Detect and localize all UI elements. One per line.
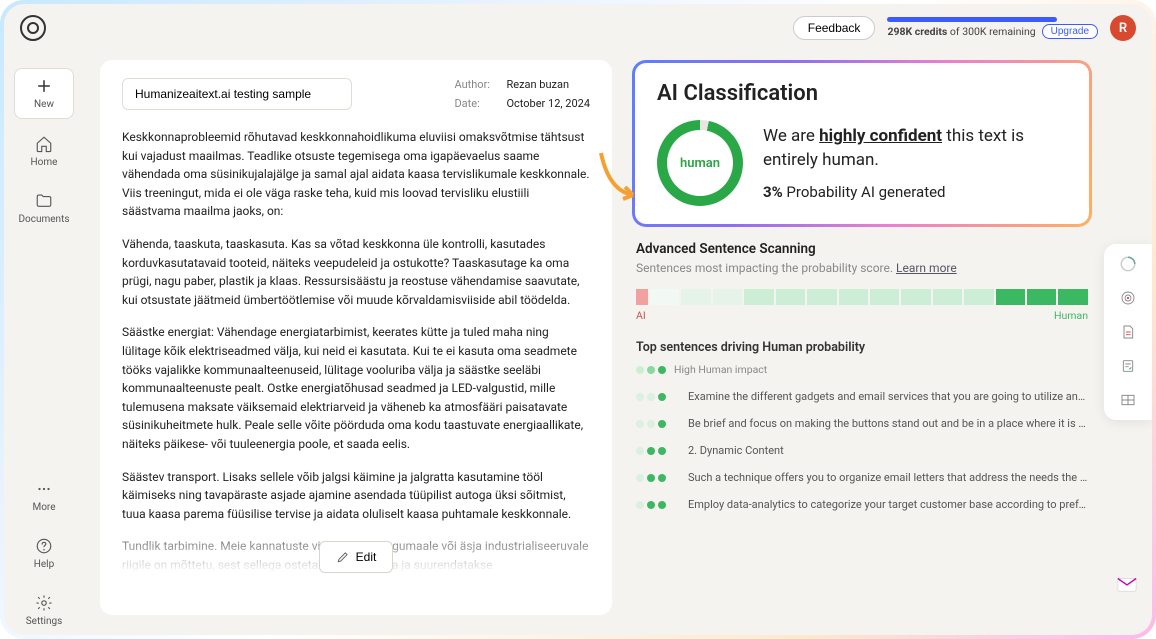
topbar: Feedback 298K credits of 300K remaining … bbox=[4, 4, 1152, 52]
sentence-row[interactable]: Be brief and focus on making the buttons… bbox=[636, 417, 1088, 430]
sidebar-home[interactable]: Home bbox=[14, 127, 74, 176]
gear-icon bbox=[35, 594, 53, 612]
credits-progress-bar bbox=[887, 17, 1057, 22]
sentence-row[interactable]: 2. Dynamic Content bbox=[636, 444, 1088, 457]
sidebar-help[interactable]: Help bbox=[14, 529, 74, 578]
right-toolbar bbox=[1104, 244, 1152, 420]
learn-more-link[interactable]: Learn more bbox=[896, 261, 957, 275]
dots-icon bbox=[35, 480, 53, 498]
pencil-icon bbox=[336, 550, 350, 564]
sidebar-settings[interactable]: Settings bbox=[14, 586, 74, 635]
date-value: October 12, 2024 bbox=[506, 97, 590, 110]
folder-icon bbox=[35, 192, 53, 210]
classification-title: AI Classification bbox=[657, 81, 1067, 106]
help-icon bbox=[35, 537, 53, 555]
app-logo[interactable] bbox=[20, 15, 46, 41]
credits-text: 298K credits of 300K remaining bbox=[887, 25, 1035, 38]
scanning-subtitle: Sentences most impacting the probability… bbox=[636, 261, 1088, 275]
impact-legend: High Human impact bbox=[636, 363, 1088, 376]
upgrade-button[interactable]: Upgrade bbox=[1042, 24, 1098, 39]
document-body: Keskkonnaprobleemid rõhutavad keskkonnah… bbox=[122, 128, 590, 597]
document-meta: Author:Rezan buzan Date:October 12, 2024 bbox=[454, 78, 590, 116]
tool-document-icon[interactable] bbox=[1118, 322, 1138, 342]
sentence-row[interactable]: Employ data-analytics to categorize your… bbox=[636, 498, 1088, 511]
scan-spectrum bbox=[636, 289, 1088, 305]
edit-button[interactable]: Edit bbox=[319, 541, 394, 573]
avatar[interactable]: R bbox=[1110, 15, 1136, 41]
sidebar-new[interactable]: New bbox=[14, 68, 74, 119]
tool-note-icon[interactable] bbox=[1118, 356, 1138, 376]
scanning-title: Advanced Sentence Scanning bbox=[636, 241, 1088, 257]
sentence-row[interactable]: Such a technique offers you to organize … bbox=[636, 471, 1088, 484]
classification-statement: We are highly confident this text is ent… bbox=[763, 125, 1067, 173]
sentence-list: Examine the different gadgets and email … bbox=[636, 390, 1088, 511]
sidebar-more[interactable]: More bbox=[14, 472, 74, 521]
top-sentences-title: Top sentences driving Human probability bbox=[636, 340, 1088, 355]
document-panel: Author:Rezan buzan Date:October 12, 2024… bbox=[100, 60, 612, 615]
feedback-button[interactable]: Feedback bbox=[793, 16, 876, 40]
classification-card: AI Classification human We are highly co… bbox=[632, 60, 1092, 227]
sidebar-documents[interactable]: Documents bbox=[14, 184, 74, 233]
plus-icon bbox=[35, 77, 53, 95]
classification-probability: 3% Probability AI generated bbox=[763, 183, 1067, 201]
tool-radar-icon[interactable] bbox=[1118, 288, 1138, 308]
credits-indicator: 298K credits of 300K remaining Upgrade bbox=[887, 17, 1098, 39]
document-title-input[interactable] bbox=[122, 78, 352, 110]
classification-panel: AI Classification human We are highly co… bbox=[632, 60, 1092, 615]
clock-icon[interactable] bbox=[1116, 573, 1138, 595]
author-value: Rezan buzan bbox=[506, 78, 569, 91]
scan-seg-ai bbox=[636, 289, 648, 305]
sidebar: New Home Documents More Help Settings bbox=[4, 52, 84, 635]
home-icon bbox=[35, 135, 53, 153]
classification-gauge: human bbox=[657, 120, 743, 206]
ai-label: AI bbox=[636, 309, 646, 322]
tool-spinner-icon[interactable] bbox=[1118, 254, 1138, 274]
advanced-scanning: Advanced Sentence Scanning Sentences mos… bbox=[632, 227, 1092, 515]
sentence-row[interactable]: Examine the different gadgets and email … bbox=[636, 390, 1088, 403]
main-area: Author:Rezan buzan Date:October 12, 2024… bbox=[100, 60, 1092, 615]
tool-grid-icon[interactable] bbox=[1118, 390, 1138, 410]
human-label: Human bbox=[1054, 309, 1088, 322]
